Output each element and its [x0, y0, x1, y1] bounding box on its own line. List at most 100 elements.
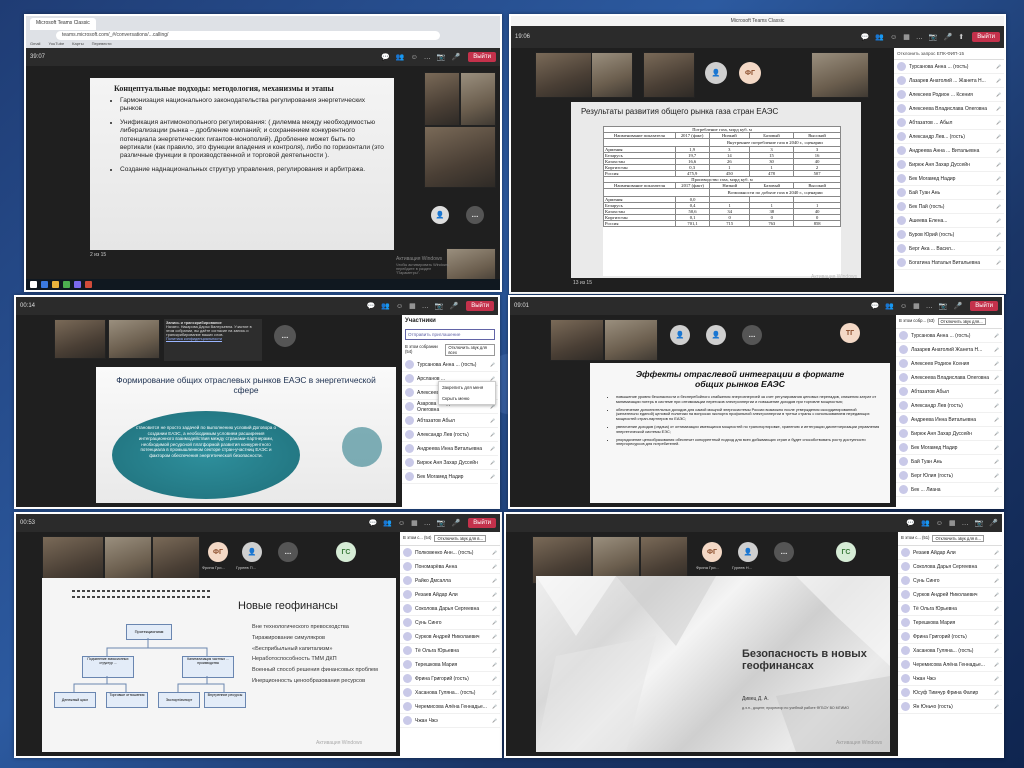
people-button[interactable]: 👥: [396, 54, 405, 61]
bookmark-item[interactable]: Перевести: [92, 41, 112, 48]
more-button[interactable]: …: [424, 520, 431, 527]
more-button[interactable]: …: [916, 34, 923, 41]
mic-button[interactable]: 🎤: [452, 520, 461, 527]
participant-item[interactable]: Алексеева Владислава Олеговна 🎤: [896, 371, 1002, 385]
more-button[interactable]: …: [422, 303, 429, 310]
participant-item[interactable]: Тё Ольга Юрьевна 🎤: [898, 602, 1002, 616]
mute-all-button[interactable]: Отключить звук для в...: [434, 535, 486, 542]
participant-item[interactable]: Богатина Наталья Витальевна 🎤: [894, 256, 1004, 270]
more-button[interactable]: …: [424, 54, 431, 61]
participant-item[interactable]: Терешкова Мария 🎤: [400, 658, 500, 672]
participant-item[interactable]: Ашеева Елена... 🎤: [894, 214, 1004, 228]
camera-button[interactable]: 📷: [939, 303, 948, 310]
participant-item[interactable]: Райко Дмсалла 🎤: [400, 574, 500, 588]
react-button[interactable]: ☺: [396, 303, 403, 310]
view-button[interactable]: ▦: [411, 520, 418, 527]
react-button[interactable]: ☺: [936, 520, 943, 527]
more-participants-icon[interactable]: …: [278, 542, 298, 562]
participant-item[interactable]: Фрина Григорий (гость) 🎤: [898, 630, 1002, 644]
participant-item[interactable]: Абтазатов Абыл 🎤: [896, 385, 1002, 399]
mic-button[interactable]: 🎤: [954, 303, 963, 310]
view-button[interactable]: ▦: [913, 303, 920, 310]
participant-item[interactable]: Бирюк Аня Захар Дуссейн 🎤: [896, 427, 1002, 441]
taskbar-app-icon[interactable]: [74, 281, 81, 288]
participant-item[interactable]: Черемисова Алёна Геннадье... 🎤: [400, 700, 500, 714]
participant-item[interactable]: Фрина Григорий (гость) 🎤: [400, 672, 500, 686]
camera-button[interactable]: 📷: [975, 520, 984, 527]
participant-item[interactable]: Андреева Инна Витальевна 🎤: [896, 413, 1002, 427]
react-button[interactable]: ☺: [900, 303, 907, 310]
taskbar-app-icon[interactable]: [41, 281, 48, 288]
menu-item-hide[interactable]: Скрыть меню: [439, 393, 495, 404]
chat-button[interactable]: 💬: [367, 303, 376, 310]
participant-item[interactable]: Бай Туан Ань 🎤: [894, 186, 1004, 200]
react-button[interactable]: ☺: [890, 34, 897, 41]
leave-button[interactable]: Выйти: [466, 301, 494, 311]
menu-item-pin[interactable]: Закрепить для меня: [439, 382, 495, 393]
participant-item[interactable]: Алексеев Родион ... Ксения 🎤: [894, 88, 1004, 102]
people-button[interactable]: 👥: [875, 34, 884, 41]
participant-item[interactable]: Абтазатов Абыл 🎤: [402, 414, 498, 428]
more-participants-icon[interactable]: …: [774, 542, 794, 562]
participant-item[interactable]: Алексеев Родион Ксения 🎤: [896, 357, 1002, 371]
people-button[interactable]: 👥: [885, 303, 894, 310]
privacy-link[interactable]: Политика конфиденциальности: [166, 337, 260, 341]
bookmark-item[interactable]: Карты: [72, 41, 83, 48]
people-button[interactable]: 👥: [381, 303, 390, 310]
participant-item[interactable]: Алексеева Владислава Олеговна 🎤: [894, 102, 1004, 116]
more-participants-icon[interactable]: …: [742, 325, 762, 345]
participant-item[interactable]: Полковенко Анн... (гость) 🎤: [400, 546, 500, 560]
participant-item[interactable]: Турсанова Анна ... (гость) 🎤: [402, 358, 498, 372]
participant-item[interactable]: Ян Юньчо (гость) 🎤: [898, 700, 1002, 714]
participant-item[interactable]: Турсанова Анна ... (гость) 🎤: [894, 60, 1004, 74]
leave-button[interactable]: Выйти: [970, 301, 998, 311]
participant-item[interactable]: Чжан Чжэ 🎤: [400, 714, 500, 728]
leave-button[interactable]: Выйти: [468, 518, 496, 528]
mute-all-button[interactable]: Отключить звук для в...: [932, 535, 984, 542]
mic-button[interactable]: 🎤: [944, 34, 953, 41]
people-button[interactable]: 👥: [383, 520, 392, 527]
participant-item[interactable]: Берг Юлия (гость) 🎤: [896, 469, 1002, 483]
more-participants-icon[interactable]: …: [274, 325, 296, 347]
participant-item[interactable]: Юсуф Тимчур Фрина Фалир 🎤: [898, 686, 1002, 700]
react-button[interactable]: ☺: [411, 54, 418, 61]
mic-button[interactable]: 🎤: [450, 303, 459, 310]
participant-item[interactable]: Пономарёва Анна 🎤: [400, 560, 500, 574]
windows-start-icon[interactable]: [30, 281, 37, 288]
chat-button[interactable]: 💬: [861, 34, 870, 41]
participant-item[interactable]: Абтазатов ... Абыл 🎤: [894, 116, 1004, 130]
participant-item[interactable]: Андреева Анна ... Витальевна 🎤: [894, 144, 1004, 158]
leave-button[interactable]: Выйти: [972, 32, 1000, 42]
participant-item[interactable]: Бирюк Аня Захар Дуссейн 🎤: [894, 158, 1004, 172]
more-button[interactable]: …: [926, 303, 933, 310]
camera-button[interactable]: 📷: [437, 520, 446, 527]
camera-button[interactable]: 📷: [437, 54, 446, 61]
view-button[interactable]: ▦: [903, 34, 910, 41]
participant-item[interactable]: Сурков Андрей Николаевич 🎤: [898, 588, 1002, 602]
leave-button[interactable]: Выйти: [468, 52, 496, 62]
participant-item[interactable]: Чжан Чжэ 🎤: [898, 672, 1002, 686]
share-button[interactable]: ⬆: [958, 34, 964, 41]
chat-button[interactable]: 💬: [369, 520, 378, 527]
mic-button[interactable]: 🎤: [989, 520, 998, 527]
participant-item[interactable]: Бек Пай (гость) 🎤: [894, 200, 1004, 214]
mute-all-button[interactable]: Отключить звук для всех: [445, 344, 495, 356]
taskbar-app-icon[interactable]: [52, 281, 59, 288]
participant-item[interactable]: Андреева Инна Витальевна 🎤: [402, 442, 498, 456]
participant-item[interactable]: Тё Ольга Юрьевна 🎤: [400, 644, 500, 658]
browser-tab[interactable]: Microsoft Teams Classic: [30, 18, 96, 30]
participant-item[interactable]: Александр Лев (гость) 🎤: [896, 399, 1002, 413]
participant-item[interactable]: Александр Лев (гость) 🎤: [402, 428, 498, 442]
participant-item[interactable]: Александр Лев... (гость) 🎤: [894, 130, 1004, 144]
participant-item[interactable]: Сунь Синго 🎤: [400, 616, 500, 630]
participant-item[interactable]: Соколова Дарья Сергеевна 🎤: [400, 602, 500, 616]
chat-button[interactable]: 💬: [871, 303, 880, 310]
participant-item[interactable]: Резаев Айдар Али 🎤: [898, 546, 1002, 560]
participant-item[interactable]: Бек Могамед Надир 🎤: [894, 172, 1004, 186]
view-button[interactable]: ▦: [409, 303, 416, 310]
bookmark-item[interactable]: YouTube: [48, 41, 64, 48]
participant-item[interactable]: Бек Могамед Надир 🎤: [402, 470, 498, 484]
participant-item[interactable]: Хасанова Гуляна... (гость) 🎤: [400, 686, 500, 700]
participant-item[interactable]: Сунь Синго 🎤: [898, 574, 1002, 588]
mute-all-button[interactable]: Отключить звук для...: [937, 318, 986, 325]
